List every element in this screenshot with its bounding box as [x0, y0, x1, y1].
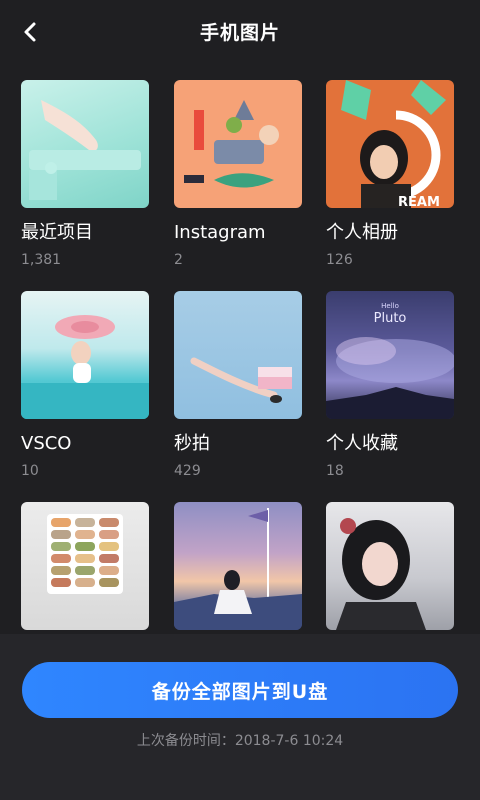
album-count: 18 — [326, 463, 344, 479]
album-name: 个人相册 — [326, 222, 398, 243]
album-thumbnail — [174, 80, 302, 208]
album-count: 1,381 — [21, 252, 62, 268]
album-name: 个人收藏 — [326, 433, 398, 454]
portrait-image: REAM — [341, 80, 446, 208]
album-thumbnail — [174, 502, 302, 630]
album-name: 最近项目 — [21, 222, 93, 243]
backup-all-button[interactable]: 备份全部图片到U盘 — [22, 662, 458, 718]
album-thumbnail: Hello Pluto — [326, 291, 454, 419]
illustration-image — [184, 100, 279, 188]
footer-panel: 备份全部图片到U盘 上次备份时间：2018-7-6 10:24 — [0, 634, 480, 800]
album-vsco[interactable]: VSCO 10 — [21, 291, 149, 479]
night-sky-image: Hello Pluto — [326, 302, 454, 419]
album-miaopai[interactable]: 秒拍 429 — [174, 291, 302, 479]
album-recent[interactable]: 最近项目 1,381 — [21, 80, 149, 268]
swimmer-image — [190, 357, 292, 403]
thumb-text-hello: Hello — [381, 302, 399, 310]
last-backup-time: 上次备份时间：2018-7-6 10:24 — [136, 733, 344, 749]
page-title: 手机图片 — [199, 22, 280, 44]
album-personal[interactable]: REAM 个人相册 126 — [326, 80, 454, 268]
portrait-image — [336, 518, 426, 630]
sunset-image — [174, 508, 302, 630]
album-thumbnail — [21, 502, 149, 630]
beach-image — [21, 315, 149, 419]
album-row3-2[interactable] — [174, 502, 302, 644]
album-count: 2 — [174, 252, 183, 268]
album-thumbnail — [21, 80, 149, 208]
album-count: 10 — [21, 463, 39, 479]
thumb-text-pluto: Pluto — [374, 311, 407, 326]
album-row3-1[interactable] — [21, 502, 149, 644]
album-thumbnail — [326, 502, 454, 630]
album-count: 429 — [174, 463, 201, 479]
macaron-image — [47, 514, 123, 594]
album-favorites[interactable]: Hello Pluto 个人收藏 18 — [326, 291, 454, 479]
top-bar: 手机图片 — [0, 0, 480, 62]
album-thumbnail: REAM — [326, 80, 454, 208]
album-row3-3[interactable] — [326, 502, 454, 644]
album-count: 126 — [326, 252, 353, 268]
thumb-text-ream: REAM — [398, 195, 440, 208]
album-instagram[interactable]: Instagram 2 — [174, 80, 302, 268]
album-name: 秒拍 — [174, 433, 210, 454]
hand-image — [29, 100, 141, 200]
album-thumbnail — [174, 291, 302, 419]
album-thumbnail — [21, 291, 149, 419]
album-name: Instagram — [174, 222, 266, 243]
album-name: VSCO — [21, 433, 72, 454]
